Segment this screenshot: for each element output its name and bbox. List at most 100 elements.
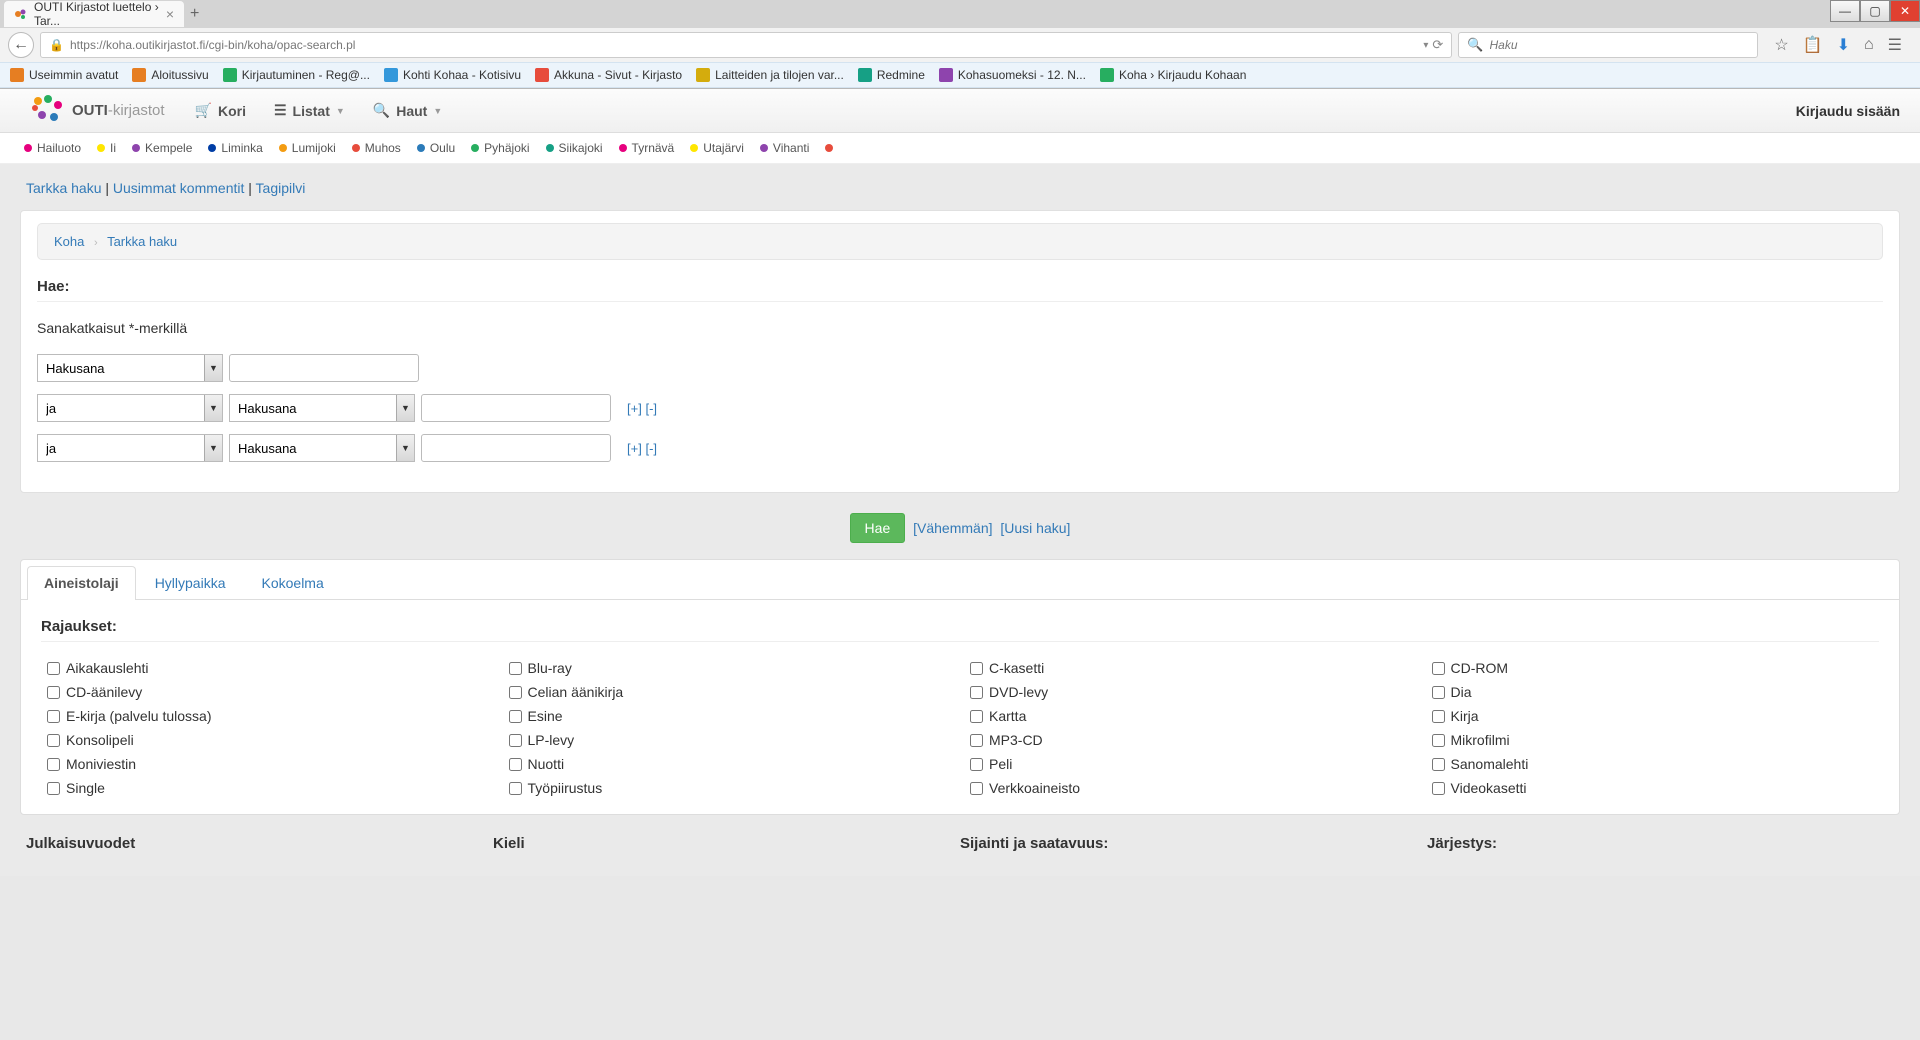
location-link[interactable]: Liminka [208,141,262,155]
bookmark-item[interactable]: Kohti Kohaa - Kotisivu [384,68,521,82]
url-bar[interactable]: 🔒 ▾ ⟳ [40,32,1452,58]
link-uusimmat[interactable]: Uusimmat kommentit [113,180,244,196]
limit-checkbox-item[interactable]: Mikrofilmi [1432,732,1874,748]
limit-checkbox[interactable] [970,758,983,771]
location-link[interactable]: Utajärvi [690,141,744,155]
limit-checkbox-item[interactable]: Celian äänikirja [509,684,951,700]
limit-checkbox[interactable] [1432,662,1445,675]
limit-checkbox-item[interactable]: Sanomalehti [1432,756,1874,772]
limit-checkbox-item[interactable]: E-kirja (palvelu tulossa) [47,708,489,724]
search-input-2[interactable] [421,394,611,422]
limit-checkbox[interactable] [47,734,60,747]
limit-checkbox-item[interactable]: Nuotti [509,756,951,772]
add-row-button[interactable]: [+] [627,401,642,416]
limit-checkbox[interactable] [509,662,522,675]
limit-checkbox[interactable] [1432,710,1445,723]
bookmark-item[interactable]: Redmine [858,68,925,82]
limit-checkbox-item[interactable]: CD-ROM [1432,660,1874,676]
location-link[interactable]: Siikajoki [546,141,603,155]
site-logo[interactable]: OUTI-kirjastot [32,95,165,127]
bookmark-item[interactable]: Akkuna - Sivut - Kirjasto [535,68,682,82]
search-submit-button[interactable]: Hae [850,513,906,543]
nav-listat[interactable]: ☰ Listat ▼ [274,102,345,119]
new-tab-button[interactable]: + [190,5,199,23]
menu-icon[interactable]: ☰ [1888,35,1902,55]
location-link[interactable]: Tyrnävä [619,141,675,155]
limit-checkbox-item[interactable]: Konsolipeli [47,732,489,748]
limit-checkbox[interactable] [1432,782,1445,795]
fewer-options-link[interactable]: [Vähemmän] [913,520,992,536]
close-window-button[interactable]: ✕ [1890,0,1920,22]
limit-checkbox-item[interactable]: Kartta [970,708,1412,724]
location-link[interactable]: Hailuoto [24,141,81,155]
maximize-button[interactable]: ▢ [1860,0,1890,22]
home-icon[interactable]: ⌂ [1864,36,1874,54]
link-tarkka-haku[interactable]: Tarkka haku [26,180,101,196]
add-row-button[interactable]: [+] [627,441,642,456]
limit-checkbox[interactable] [509,686,522,699]
location-link[interactable]: Muhos [352,141,401,155]
location-link[interactable]: Vihanti [760,141,809,155]
location-link[interactable]: Oulu [417,141,455,155]
field-select-3[interactable]: Hakusana [229,434,415,462]
search-input-3[interactable] [421,434,611,462]
minimize-button[interactable]: — [1830,0,1860,22]
bookmark-star-icon[interactable]: ☆ [1774,35,1788,55]
dropdown-icon[interactable]: ▾ [1423,40,1428,51]
limit-checkbox-item[interactable]: CD-äänilevy [47,684,489,700]
remove-row-button[interactable]: [-] [645,401,657,416]
limit-checkbox[interactable] [509,734,522,747]
limit-checkbox[interactable] [970,686,983,699]
limit-checkbox-item[interactable]: DVD-levy [970,684,1412,700]
tab-kokoelma[interactable]: Kokoelma [245,566,341,599]
download-icon[interactable]: ⬇ [1837,35,1850,55]
nav-kori[interactable]: 🛒 Kori [195,102,246,119]
browser-search-bar[interactable]: 🔍 [1458,32,1758,58]
limit-checkbox-item[interactable]: Videokasetti [1432,780,1874,796]
limit-checkbox[interactable] [1432,758,1445,771]
location-link[interactable]: Kempele [132,141,192,155]
limit-checkbox-item[interactable]: Esine [509,708,951,724]
search-input-1[interactable] [229,354,419,382]
tab-close-icon[interactable]: × [166,6,174,22]
breadcrumb-current[interactable]: Tarkka haku [107,234,177,249]
bookmark-item[interactable]: Koha › Kirjaudu Kohaan [1100,68,1246,82]
field-select-1[interactable]: Hakusana [37,354,223,382]
limit-checkbox[interactable] [509,758,522,771]
login-link[interactable]: Kirjaudu sisään [1796,103,1900,119]
limit-checkbox-item[interactable]: MP3-CD [970,732,1412,748]
field-select-2[interactable]: Hakusana [229,394,415,422]
browser-tab[interactable]: OUTI Kirjastot luettelo › Tar... × [4,1,184,27]
bool-select-3[interactable]: ja [37,434,223,462]
limit-checkbox[interactable] [47,782,60,795]
reload-icon[interactable]: ⟳ [1432,37,1443,53]
tab-hyllypaikka[interactable]: Hyllypaikka [138,566,243,599]
location-link[interactable]: Ii [97,141,116,155]
limit-checkbox[interactable] [509,782,522,795]
limit-checkbox[interactable] [970,710,983,723]
limit-checkbox[interactable] [47,662,60,675]
limit-checkbox-item[interactable]: Kirja [1432,708,1874,724]
bookmark-item[interactable]: Laitteiden ja tilojen var... [696,68,844,82]
link-tagipilvi[interactable]: Tagipilvi [256,180,306,196]
bookmark-item[interactable]: Kirjautuminen - Reg@... [223,68,370,82]
nav-haut[interactable]: 🔍 Haut ▼ [373,102,442,119]
bookmark-item[interactable]: Useimmin avatut [10,68,118,82]
tab-aineistolaji[interactable]: Aineistolaji [27,566,136,600]
breadcrumb-home[interactable]: Koha [54,234,84,249]
new-search-link[interactable]: [Uusi haku] [1000,520,1070,536]
limit-checkbox[interactable] [47,758,60,771]
back-button[interactable]: ← [8,32,34,58]
limit-checkbox-item[interactable]: Blu-ray [509,660,951,676]
location-link[interactable]: Lumijoki [279,141,336,155]
location-link[interactable] [825,144,833,152]
limit-checkbox[interactable] [970,782,983,795]
browser-search-input[interactable] [1490,38,1750,52]
limit-checkbox[interactable] [509,710,522,723]
limit-checkbox-item[interactable]: Työpiirustus [509,780,951,796]
limit-checkbox[interactable] [47,710,60,723]
bookmark-item[interactable]: Aloitussivu [132,68,208,82]
bool-select-2[interactable]: ja [37,394,223,422]
limit-checkbox-item[interactable]: Verkkoaineisto [970,780,1412,796]
remove-row-button[interactable]: [-] [645,441,657,456]
